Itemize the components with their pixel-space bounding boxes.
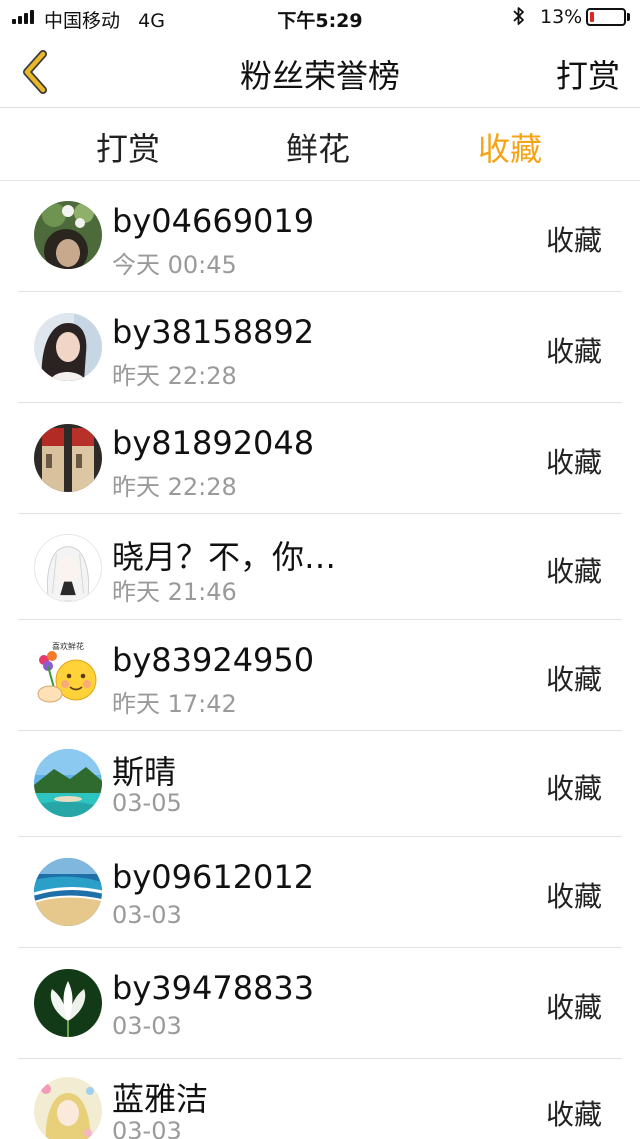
user-time: 03-05 [112, 789, 182, 817]
user-time: 03-03 [112, 1012, 182, 1040]
page-title: 粉丝荣誉榜 [239, 57, 400, 95]
coastline-avatar [34, 858, 102, 926]
user-time: 03-03 [112, 901, 182, 929]
list-item[interactable]: by81892048 昨天 22:28 收藏 [0, 403, 640, 514]
bottles-avatar [34, 424, 102, 492]
user-time: 昨天 22:28 [112, 362, 237, 390]
user-name: by39478833 [112, 969, 315, 1007]
app-screen: 中国移动 4G 下午5:29 13% 粉丝荣誉榜 打赏 打赏 鲜花 收藏 by0… [0, 0, 640, 1139]
tab-flowers[interactable]: 鲜花 [238, 124, 398, 170]
emoji-flowers-avatar: 喜欢鲜花 [34, 640, 102, 708]
girl-with-flowers-avatar [34, 201, 102, 269]
user-time: 昨天 21:46 [112, 578, 237, 606]
favorite-action[interactable]: 收藏 [546, 330, 602, 370]
list-item[interactable]: by09612012 03-03 收藏 [0, 837, 640, 948]
user-name: by83924950 [112, 641, 315, 679]
user-name: by38158892 [112, 313, 315, 351]
user-name: 蓝雅洁 [112, 1080, 209, 1118]
list-item[interactable]: 斯晴 03-05 收藏 [0, 731, 640, 837]
list-item[interactable]: 喜欢鲜花 by83924950 昨天 17:42 收藏 [0, 620, 640, 731]
favorite-action[interactable]: 收藏 [546, 986, 602, 1026]
favorite-action[interactable]: 收藏 [546, 219, 602, 259]
list-item[interactable]: 晓月？不，你… 昨天 21:46 收藏 [0, 514, 640, 620]
favorite-action[interactable]: 收藏 [546, 441, 602, 481]
favorite-action[interactable]: 收藏 [546, 550, 602, 590]
girl-portrait-avatar [34, 313, 102, 381]
battery-tip [627, 13, 630, 21]
favorite-action[interactable]: 收藏 [546, 658, 602, 698]
list-item[interactable]: by39478833 03-03 收藏 [0, 948, 640, 1059]
favorite-action[interactable]: 收藏 [546, 767, 602, 807]
tab-favorites[interactable]: 收藏 [430, 124, 590, 170]
tab-bar: 打赏 鲜花 收藏 [0, 108, 640, 181]
user-time: 03-03 [112, 1117, 182, 1139]
avatar-caption: 喜欢鲜花 [52, 641, 84, 651]
bluetooth-icon [513, 7, 524, 25]
nav-bar: 粉丝荣誉榜 打赏 [0, 36, 640, 108]
battery-level [590, 12, 594, 22]
user-name: 斯晴 [112, 753, 177, 791]
user-name: by09612012 [112, 858, 315, 896]
illustrated-girl-avatar [34, 1077, 102, 1139]
favorite-action[interactable]: 收藏 [546, 1093, 602, 1133]
fan-list: by04669019 今天 00:45 收藏 by38158892 昨天 22:… [0, 181, 640, 1139]
anime-girl-avatar [34, 534, 102, 602]
user-time: 昨天 22:28 [112, 473, 237, 501]
tropical-beach-avatar [34, 749, 102, 817]
list-item[interactable]: 蓝雅洁 03-03 收藏 [0, 1059, 640, 1139]
reward-button[interactable]: 打赏 [556, 51, 620, 97]
user-name: by81892048 [112, 424, 315, 462]
lotus-avatar [34, 969, 102, 1037]
tab-reward[interactable]: 打赏 [48, 124, 208, 170]
favorite-action[interactable]: 收藏 [546, 875, 602, 915]
user-time: 昨天 17:42 [112, 690, 237, 718]
battery-percent: 13% [540, 6, 583, 28]
user-time: 今天 00:45 [112, 251, 237, 279]
list-item[interactable]: by38158892 昨天 22:28 收藏 [0, 292, 640, 403]
status-bar: 中国移动 4G 下午5:29 13% [0, 0, 640, 36]
user-name: by04669019 [112, 202, 315, 240]
battery-icon [586, 8, 626, 26]
list-item[interactable]: by04669019 今天 00:45 收藏 [0, 181, 640, 292]
